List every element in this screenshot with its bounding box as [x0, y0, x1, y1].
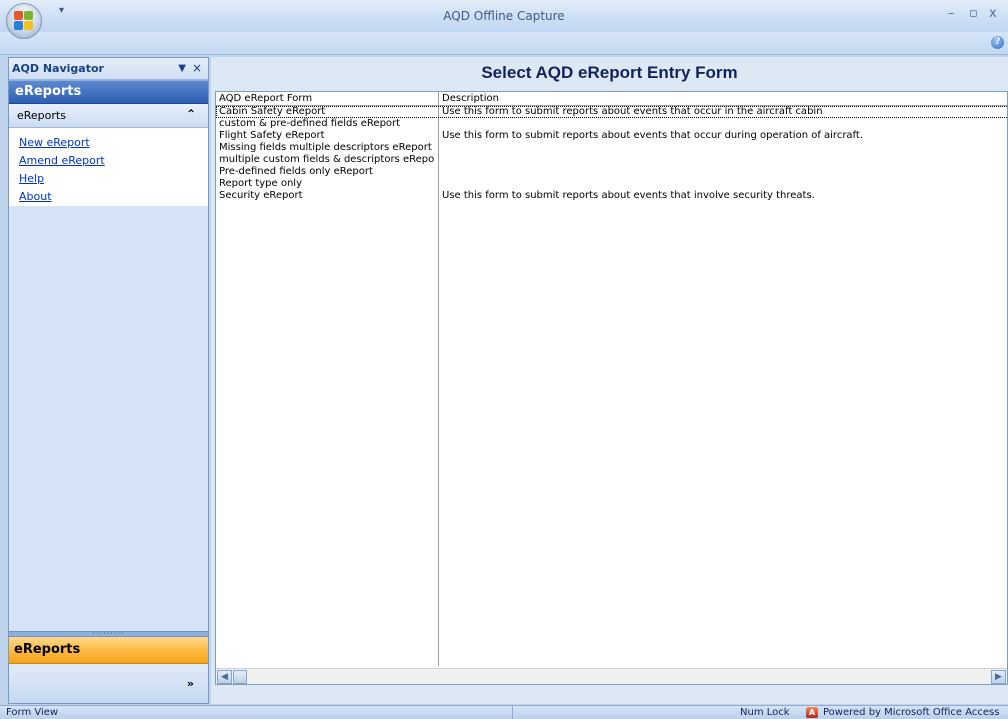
- list-item-description: Use this form to submit reports about ev…: [442, 130, 864, 141]
- help-link[interactable]: Help: [9, 170, 208, 188]
- navigation-pane-title: AQD Navigator: [12, 62, 104, 75]
- nav-links-list: New eReport Amend eReport Help About: [9, 128, 208, 206]
- list-item[interactable]: Flight Safety eReport Use this form to s…: [216, 130, 1007, 142]
- group-bar-label: eReports: [17, 109, 66, 122]
- form-title: Select AQD eReport Entry Form: [481, 63, 738, 82]
- list-item-form: Flight Safety eReport: [219, 130, 325, 141]
- list-item-form: Pre-defined fields only eReport: [219, 166, 373, 177]
- restore-button[interactable]: ▫: [969, 6, 978, 21]
- configure-buttons-chevron-icon[interactable]: »: [187, 677, 194, 690]
- horizontal-scrollbar[interactable]: ◀ ▶: [216, 668, 1007, 684]
- navigation-pane-body: [9, 206, 208, 625]
- navigation-pane: AQD Navigator ▼ × eReports eReports ⌃ Ne…: [8, 57, 209, 704]
- status-powered-by: Powered by Microsoft Office Access: [823, 707, 1000, 718]
- scroll-right-button[interactable]: ▶: [991, 670, 1006, 684]
- ribbon-strip: ?: [0, 32, 1008, 55]
- close-button[interactable]: x: [989, 6, 997, 21]
- column-header-form: AQD eReport Form: [219, 93, 313, 104]
- title-bar: ▾ AQD Offline Capture – ▫ x: [0, 0, 1008, 39]
- status-num-lock: Num Lock: [740, 707, 790, 718]
- access-icon: A: [806, 707, 818, 718]
- list-item-description: Use this form to submit reports about ev…: [442, 106, 823, 117]
- help-icon[interactable]: ?: [991, 36, 1004, 49]
- navigation-pane-header: AQD Navigator ▼ ×: [9, 58, 208, 80]
- collapse-chevron-icon[interactable]: ⌃: [186, 107, 196, 121]
- group-bar-ereports[interactable]: eReports ⌃: [9, 104, 208, 128]
- list-item[interactable]: Report type only: [216, 178, 1007, 190]
- list-item-form: Missing fields multiple descriptors eRep…: [219, 142, 432, 153]
- column-header-description: Description: [442, 93, 499, 104]
- list-item-form: multiple custom fields & descriptors eRe…: [219, 154, 435, 165]
- list-item[interactable]: Security eReport Use this form to submit…: [216, 190, 1007, 202]
- list-header: AQD eReport Form Description: [216, 92, 1007, 105]
- list-item-description: Use this form to submit reports about ev…: [442, 190, 815, 201]
- office-button[interactable]: [6, 3, 42, 39]
- scrollbar-thumb[interactable]: [233, 670, 247, 684]
- list-item-form: Report type only: [219, 178, 302, 189]
- amend-ereport-link[interactable]: Amend eReport: [9, 152, 208, 170]
- list-item[interactable]: Cabin Safety eReport Use this form to su…: [216, 106, 1007, 118]
- about-link[interactable]: About: [9, 188, 208, 206]
- list-item-form: Cabin Safety eReport: [219, 106, 326, 117]
- office-logo-icon: [14, 11, 34, 31]
- close-icon[interactable]: ×: [192, 61, 202, 75]
- status-divider: [512, 706, 513, 719]
- ereport-form-listbox[interactable]: AQD eReport Form Description Cabin Safet…: [215, 91, 1008, 685]
- list-item[interactable]: Missing fields multiple descriptors eRep…: [216, 142, 1007, 154]
- form-area: Select AQD eReport Entry Form AQD eRepor…: [211, 57, 1008, 704]
- list-item[interactable]: custom & pre-defined fields eReport: [216, 118, 1007, 130]
- group-header: eReports: [9, 80, 208, 104]
- chevron-down-icon[interactable]: ▼: [178, 63, 186, 74]
- status-bar: Form View Num Lock A Powered by Microsof…: [0, 705, 1008, 719]
- navigation-pane-footer: »: [9, 664, 208, 703]
- list-item[interactable]: multiple custom fields & descriptors eRe…: [216, 154, 1007, 166]
- status-view: Form View: [6, 707, 59, 718]
- list-item-form: custom & pre-defined fields eReport: [219, 118, 401, 129]
- scroll-left-button[interactable]: ◀: [217, 670, 232, 684]
- list-item-form: Security eReport: [219, 190, 303, 201]
- ereports-group-button[interactable]: eReports: [9, 637, 208, 664]
- list-item[interactable]: Pre-defined fields only eReport: [216, 166, 1007, 178]
- minimize-button[interactable]: –: [948, 6, 955, 21]
- new-ereport-link[interactable]: New eReport: [9, 134, 208, 152]
- window-title: AQD Offline Capture: [443, 9, 565, 23]
